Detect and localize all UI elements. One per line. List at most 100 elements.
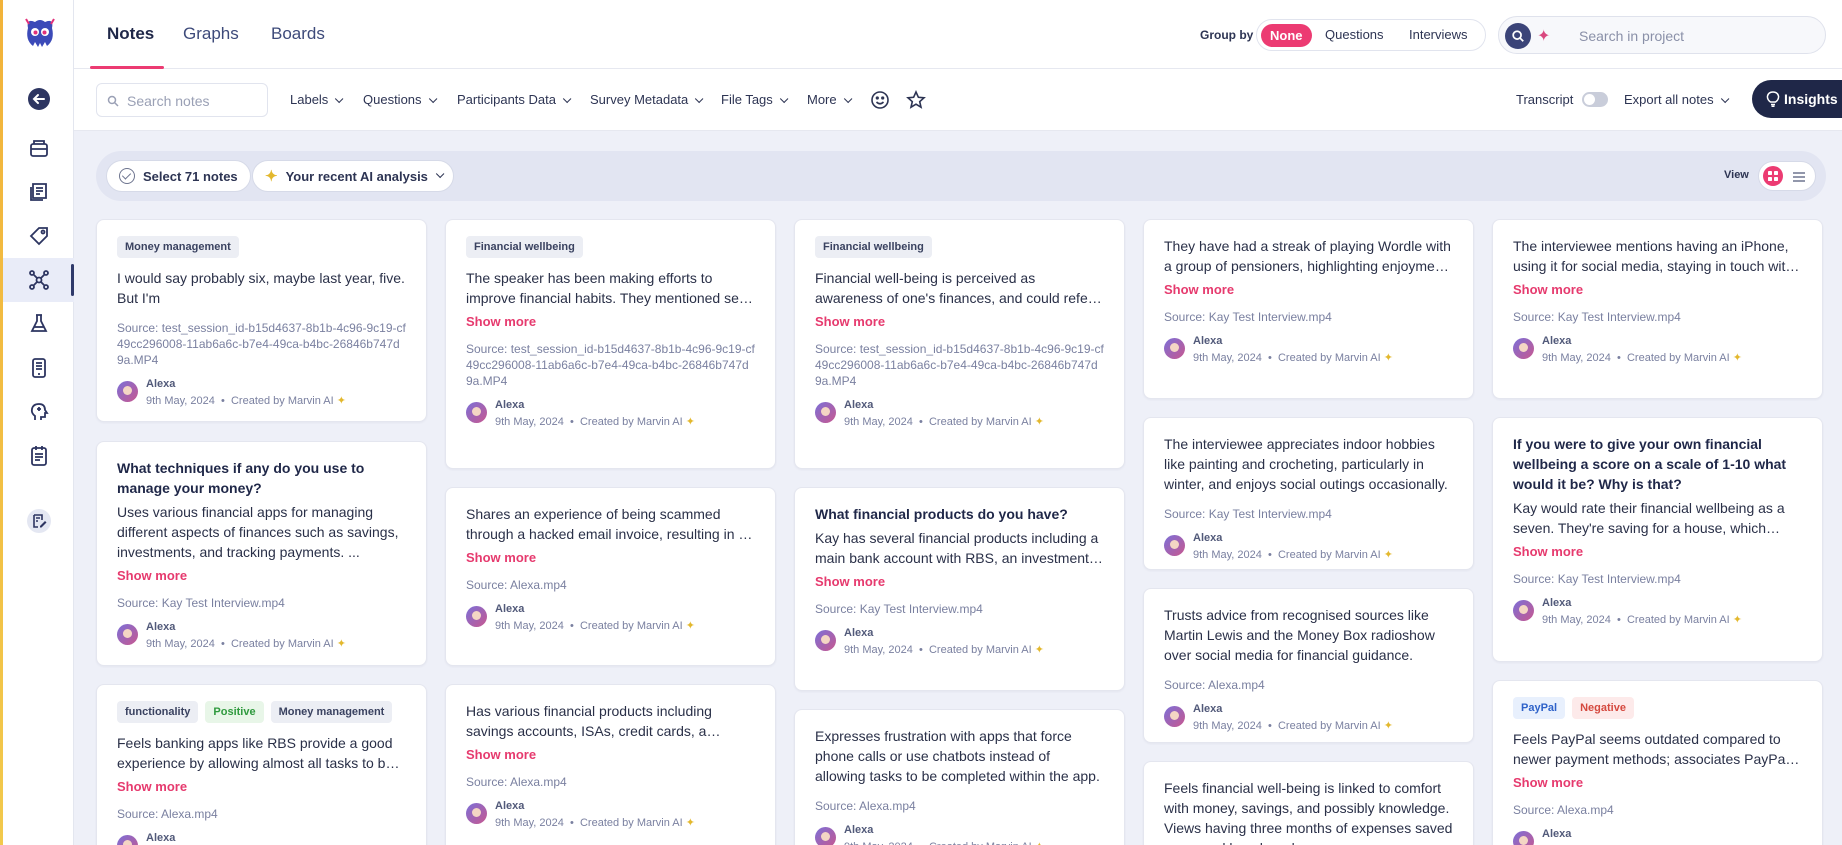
note-source[interactable]: Source: test_session_id-b15d4637-8b1b-4c… [117,320,406,368]
documents-icon[interactable] [3,170,74,214]
label-tag[interactable]: PayPal [1513,697,1566,719]
note-source[interactable]: Source: Alexa.mp4 [1513,802,1802,818]
transcript-toggle[interactable] [1582,92,1608,107]
label-tag[interactable]: Negative [1572,697,1634,719]
label-tag[interactable]: Money management [117,236,239,258]
mobile-device-icon[interactable] [3,346,74,390]
note-source[interactable]: Source: Kay Test Interview.mp4 [1164,506,1453,522]
show-more-link[interactable]: Show more [815,314,1104,329]
flask-icon[interactable] [3,302,74,346]
group-by-interviews[interactable]: Interviews [1409,27,1468,42]
note-card[interactable]: The interviewee appreciates indoor hobbi… [1143,417,1474,570]
note-source[interactable]: Source: Alexa.mp4 [466,577,755,593]
project-search[interactable]: ✦ Search in project [1498,16,1826,54]
filter-file-tags[interactable]: File Tags [721,92,789,107]
graph-network-icon[interactable] [3,258,74,302]
note-card[interactable]: Feels financial well-being is linked to … [1143,761,1474,845]
tab-boards[interactable]: Boards [271,24,325,44]
show-more-link[interactable]: Show more [117,779,406,794]
show-more-link[interactable]: Show more [466,747,755,762]
app-logo-icon[interactable] [23,16,57,50]
group-by-selector: None Questions Interviews [1256,19,1486,51]
note-card[interactable]: Expresses frustration with apps that for… [794,709,1125,845]
note-text: Feels financial well-being is linked to … [1164,780,1453,845]
filter-questions[interactable]: Questions [363,92,437,107]
lightbulb-head-icon[interactable] [3,390,74,434]
star-icon[interactable] [906,90,926,110]
export-all-notes-button[interactable]: Export all notes [1624,92,1729,107]
show-more-link[interactable]: Show more [117,568,406,583]
label-tag[interactable]: Financial wellbeing [466,236,583,258]
note-source[interactable]: Source: Alexa.mp4 [466,774,755,790]
note-card[interactable]: Money management I would say probably six… [96,219,427,422]
show-more-link[interactable]: Show more [466,314,755,329]
note-meta: Alexa 9th May, 2024 • Created by Marvin … [466,399,755,428]
note-card[interactable]: PayPal Negative Feels PayPal seems outdate… [1492,680,1823,845]
search-notes-input[interactable]: Search notes [96,83,268,117]
note-card[interactable]: Has various financial products including… [445,684,776,845]
label-tag[interactable]: Money management [270,701,393,723]
note-text: Feels PayPal seems outdated compared to … [1513,731,1789,767]
note-source[interactable]: Source: Kay Test Interview.mp4 [1513,309,1802,325]
transcript-label: Transcript [1516,92,1574,107]
note-source[interactable]: Source: Kay Test Interview.mp4 [117,595,406,611]
show-more-link[interactable]: Show more [1513,775,1802,790]
note-card[interactable]: Financial wellbeing Financial well-being … [794,219,1125,469]
note-card[interactable]: Shares an experience of being scammed th… [445,487,776,666]
label-tag[interactable]: Positive [205,701,264,723]
note-card[interactable]: The interviewee mentions having an iPhon… [1492,219,1823,399]
filter-participants-data[interactable]: Participants Data [457,92,572,107]
note-meta: Alexa 9th May, 2024 • Created by Marvin … [117,378,406,407]
show-more-link[interactable]: Show more [1513,544,1802,559]
view-toggle [1758,161,1816,191]
note-source[interactable]: Source: Kay Test Interview.mp4 [1164,309,1453,325]
note-source[interactable]: Source: Alexa.mp4 [1164,677,1453,693]
note-source[interactable]: Source: test_session_id-b15d4637-8b1b-4c… [466,341,755,389]
tab-notes[interactable]: Notes [107,24,154,44]
label-tag[interactable]: Financial wellbeing [815,236,932,258]
tags-icon[interactable] [3,214,74,258]
note-card[interactable]: What financial products do you have? Kay … [794,487,1125,691]
created-by: Created by Marvin AI [579,416,683,428]
label-tag[interactable]: functionality [117,701,199,723]
project-search-input[interactable]: Search in project [1579,28,1684,44]
note-source[interactable]: Source: test_session_id-b15d4637-8b1b-4c… [815,341,1104,389]
created-date: 9th May, 2024 [495,817,564,829]
note-card[interactable]: They have had a streak of playing Wordle… [1143,219,1474,399]
show-more-link[interactable]: Show more [1164,282,1453,297]
note-source[interactable]: Source: Alexa.mp4 [815,798,1104,814]
group-by-questions[interactable]: Questions [1325,27,1384,42]
note-source[interactable]: Source: Kay Test Interview.mp4 [815,601,1104,617]
note-card[interactable]: functionality Positive Money management Fee… [96,684,427,845]
select-all-notes-button[interactable]: Select 71 notes [106,160,251,192]
notes-list-icon[interactable] [3,434,74,478]
insights-button[interactable]: Insights [1752,80,1842,118]
note-card[interactable]: If you were to give your own financial w… [1492,417,1823,662]
repository-icon[interactable] [3,126,74,170]
show-more-link[interactable]: Show more [466,550,755,565]
filter-more-text: More [807,92,837,107]
filter-labels[interactable]: Labels [290,92,344,107]
note-card[interactable]: Trusts advice from recognised sources li… [1143,588,1474,743]
show-more-link[interactable]: Show more [1513,282,1802,297]
search-icon[interactable] [1505,23,1531,49]
note-card[interactable]: Financial wellbeing The speaker has been … [445,219,776,469]
filter-survey-metadata[interactable]: Survey Metadata [590,92,704,107]
grid-view-icon[interactable] [1763,166,1783,186]
tab-graphs[interactable]: Graphs [183,24,239,44]
note-source[interactable]: Source: Kay Test Interview.mp4 [1513,571,1802,587]
note-source[interactable]: Source: Alexa.mp4 [117,806,406,822]
edit-notes-icon[interactable] [3,499,74,543]
back-arrow-icon[interactable] [3,77,74,121]
recent-ai-analysis-button[interactable]: ✦ Your recent AI analysis [252,160,454,192]
export-all-notes-text: Export all notes [1624,92,1714,107]
filter-more[interactable]: More [807,92,852,107]
tag-list: functionality Positive Money management [117,701,406,723]
smiley-icon[interactable] [870,90,890,110]
list-view-icon[interactable] [1791,169,1807,185]
ai-sparkle-icon[interactable]: ✦ [1537,26,1550,46]
sparkle-icon: ✦ [1034,644,1044,656]
group-by-none[interactable]: None [1261,24,1312,47]
note-card[interactable]: What techniques if any do you use to man… [96,441,427,666]
show-more-link[interactable]: Show more [815,574,1104,589]
